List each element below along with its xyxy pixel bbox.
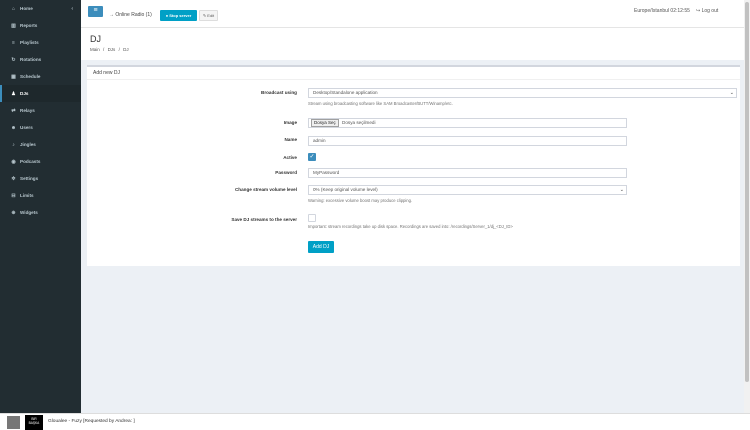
sidebar-item-label: Users: [20, 125, 33, 130]
sidebar-item-djs[interactable]: ♟ DJs: [0, 85, 81, 102]
chart-icon: ▥: [11, 22, 16, 29]
password-input[interactable]: MyPassword: [308, 168, 627, 178]
box-title: Add new DJ: [93, 70, 120, 76]
gear-icon: ✲: [11, 175, 16, 182]
album-art: BIR BAŞKA: [25, 415, 43, 430]
sidebar-item-jingles[interactable]: ♪ Jingles: [0, 136, 81, 153]
home-icon: ⌂: [11, 5, 16, 12]
bell-icon: ♪: [12, 141, 15, 148]
name-input[interactable]: admin: [308, 136, 627, 146]
save-streams-label: Save DJ streams to the server: [231, 217, 297, 222]
radio-station-selector[interactable]: → Online Radio (1): [109, 12, 152, 18]
widget-icon: ⊕: [11, 209, 16, 216]
sidebar-item-settings[interactable]: ✲ Settings: [0, 170, 81, 187]
sidebar-item-home[interactable]: ⌂ Home ‹: [0, 0, 81, 17]
sidebar-item-widgets[interactable]: ⊕ Widgets: [0, 204, 81, 221]
sidebar-item-label: Reports: [20, 23, 38, 28]
save-streams-help: Important: stream recordings take up dis…: [308, 224, 513, 229]
relay-icon: ⇄: [11, 107, 16, 114]
calendar-icon: ▦: [11, 73, 16, 80]
sidebar-item-schedule[interactable]: ▦ Schedule: [0, 68, 81, 85]
sidebar-item-label: Rotations: [20, 57, 42, 62]
add-dj-form: Add new DJ Broadcast using Desktop/Stand…: [87, 65, 740, 266]
vertical-scrollbar[interactable]: [744, 0, 750, 413]
broadcast-select[interactable]: Desktop/Standalone application ⌄: [308, 88, 737, 98]
content-header: DJ Main / DJs / DJ: [81, 28, 750, 60]
chevron-down-icon: ⌄: [729, 90, 734, 96]
volume-help: Warning: excessive volume boost may prod…: [308, 198, 413, 203]
sidebar-item-reports[interactable]: ▥ Reports: [0, 17, 81, 34]
sidebar-item-podcasts[interactable]: ◉ Podcasts: [0, 153, 81, 170]
now-playing-text: Gloualee - Fuzy [Requested by Andrea: ]: [48, 419, 135, 424]
sidebar-item-rotations[interactable]: ↻ Rotations: [0, 51, 81, 68]
sidebar-item-label: Schedule: [20, 74, 41, 79]
sidebar-toggle-button[interactable]: ≡: [88, 6, 103, 17]
album-art-placeholder: [7, 416, 20, 429]
users-icon: ☻: [10, 124, 17, 131]
sidebar-item-label: Widgets: [20, 210, 38, 215]
limits-icon: ⊟: [11, 192, 16, 199]
chevron-down-icon: ⌄: [619, 187, 624, 193]
timezone-clock: Europe/Istanbul 02:12:55: [634, 8, 690, 14]
breadcrumb-main[interactable]: Main: [90, 47, 100, 52]
stop-server-button[interactable]: ● Stop server: [160, 10, 197, 21]
chevron-left-icon: ‹: [71, 5, 73, 12]
name-label: Name: [284, 137, 297, 142]
breadcrumb-separator: /: [103, 47, 105, 52]
broadcast-help: Stream using broadcasting software like …: [308, 101, 453, 106]
choose-file-button[interactable]: Dosya Seç: [311, 119, 339, 127]
podcast-icon: ◉: [11, 158, 16, 165]
breadcrumb-separator: /: [118, 47, 120, 52]
refresh-icon: ↻: [11, 56, 16, 63]
image-file-input[interactable]: Dosya Seç Dosya seçilmedi: [308, 118, 627, 128]
breadcrumb: Main / DJs / DJ: [90, 47, 131, 52]
sidebar: ⌂ Home ‹ ▥ Reports ≡ Playlists ↻ Rotations ▦ Sched…: [0, 0, 81, 413]
scrollbar-thumb[interactable]: [745, 2, 749, 382]
divider: [87, 79, 740, 80]
save-streams-checkbox[interactable]: [308, 214, 316, 222]
sidebar-item-label: Settings: [20, 176, 39, 181]
sidebar-item-limits[interactable]: ⊟ Limits: [0, 187, 81, 204]
sidebar-item-label: Limits: [20, 193, 34, 198]
user-icon: ♟: [11, 90, 16, 97]
breadcrumb-current: DJ: [123, 47, 129, 52]
breadcrumb-djs[interactable]: DJs: [108, 47, 116, 52]
sidebar-item-relays[interactable]: ⇄ Relays: [0, 102, 81, 119]
sidebar-item-label: Jingles: [20, 142, 36, 147]
page-title: DJ: [90, 34, 101, 44]
password-label: Password: [275, 170, 297, 175]
file-status: Dosya seçilmedi: [342, 120, 376, 125]
sidebar-item-label: Home: [20, 6, 33, 11]
active-label: Active: [283, 155, 297, 160]
audio-player: BIR BAŞKA Gloualee - Fuzy [Requested by …: [0, 413, 750, 430]
edit-server-button[interactable]: ✎ Edit: [199, 10, 218, 21]
logout-link[interactable]: ↪ Log out: [696, 8, 718, 14]
sidebar-item-label: Podcasts: [20, 159, 41, 164]
sidebar-item-label: Playlists: [20, 40, 39, 45]
volume-value: 0% (Keep original volume level): [313, 187, 378, 192]
add-dj-button[interactable]: Add DJ: [308, 241, 334, 253]
sidebar-item-users[interactable]: ☻ Users: [0, 119, 81, 136]
broadcast-value: Desktop/Standalone application: [313, 90, 378, 95]
sidebar-item-playlists[interactable]: ≡ Playlists: [0, 34, 81, 51]
volume-label: Change stream volume level: [234, 187, 297, 192]
sidebar-item-label: Relays: [20, 108, 35, 113]
list-icon: ≡: [12, 39, 15, 46]
sidebar-item-label: DJs: [20, 91, 29, 96]
volume-select[interactable]: 0% (Keep original volume level) ⌄: [308, 185, 627, 195]
broadcast-label: Broadcast using: [261, 90, 297, 95]
image-label: Image: [283, 120, 297, 125]
top-navbar: ≡ → Online Radio (1) ● Stop server ✎ Edi…: [81, 0, 750, 28]
active-checkbox[interactable]: ✓: [308, 153, 316, 161]
